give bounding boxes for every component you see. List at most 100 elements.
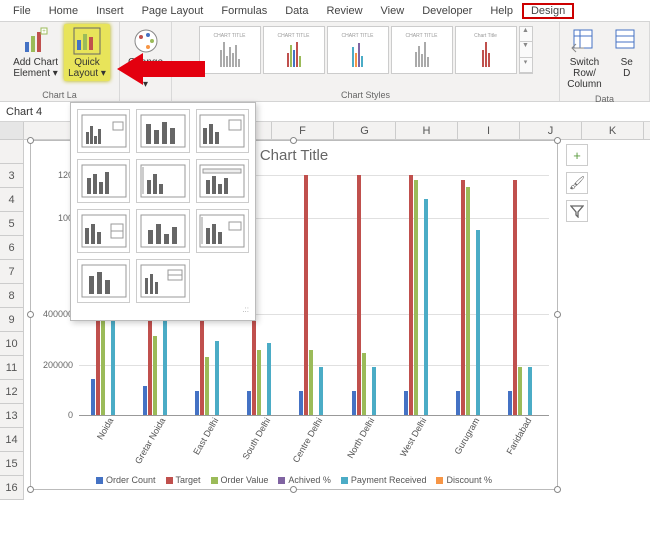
bar[interactable]: [372, 367, 376, 415]
bar[interactable]: [409, 175, 413, 415]
layout-option-5[interactable]: [136, 159, 189, 203]
col-header[interactable]: K: [582, 122, 644, 139]
row-header[interactable]: 10: [0, 332, 24, 356]
chart-style-2[interactable]: CHART TITLE: [263, 26, 325, 74]
bar[interactable]: [309, 350, 313, 415]
row-header[interactable]: 8: [0, 284, 24, 308]
dropdown-resize-grip[interactable]: .::: [77, 303, 249, 314]
bar[interactable]: [257, 350, 261, 415]
bar[interactable]: [461, 180, 465, 415]
bar[interactable]: [153, 336, 157, 415]
legend-item[interactable]: Discount %: [436, 475, 492, 485]
legend-item[interactable]: Payment Received: [341, 475, 427, 485]
row-header[interactable]: 12: [0, 380, 24, 404]
tab-developer[interactable]: Developer: [413, 3, 481, 19]
row-header[interactable]: 3: [0, 164, 24, 188]
row-header[interactable]: 11: [0, 356, 24, 380]
tab-file[interactable]: File: [4, 3, 40, 19]
bar[interactable]: [195, 391, 199, 415]
bar[interactable]: [362, 353, 366, 415]
layout-option-2[interactable]: [136, 109, 189, 153]
row-header[interactable]: 16: [0, 476, 24, 500]
chart-legend[interactable]: Order Count Target Order Value Achived % Pay…: [31, 475, 557, 485]
bar[interactable]: [528, 367, 532, 415]
row-header[interactable]: 6: [0, 236, 24, 260]
change-colors-button[interactable]: Change Colors ▾: [124, 24, 167, 92]
select-data-button[interactable]: Se D: [608, 24, 646, 92]
bar[interactable]: [215, 341, 219, 415]
chart-filter-button[interactable]: [566, 200, 588, 222]
row-header[interactable]: 13: [0, 404, 24, 428]
bar[interactable]: [476, 230, 480, 415]
layout-option-1[interactable]: [77, 109, 130, 153]
col-header[interactable]: G: [334, 122, 396, 139]
bar[interactable]: [352, 391, 356, 415]
layout-option-3[interactable]: [196, 109, 249, 153]
layout-option-9[interactable]: [196, 209, 249, 253]
switch-row-column-button[interactable]: Switch Row/ Column: [563, 24, 605, 92]
col-header[interactable]: I: [458, 122, 520, 139]
bar[interactable]: [508, 391, 512, 415]
tab-data[interactable]: Data: [276, 3, 317, 19]
chart-style-1[interactable]: CHART TITLE: [199, 26, 261, 74]
row-header[interactable]: 7: [0, 260, 24, 284]
legend-item[interactable]: Achived %: [278, 475, 331, 485]
row-header[interactable]: [0, 140, 24, 164]
resize-handle[interactable]: [27, 137, 34, 144]
bar[interactable]: [91, 379, 95, 415]
tab-help[interactable]: Help: [481, 3, 522, 19]
resize-handle[interactable]: [290, 486, 297, 493]
tab-review[interactable]: Review: [317, 3, 371, 19]
chart-style-3[interactable]: CHART TITLE: [327, 26, 389, 74]
bar[interactable]: [267, 343, 271, 415]
legend-item[interactable]: Order Value: [211, 475, 269, 485]
chart-style-4[interactable]: CHART TITLE: [391, 26, 453, 74]
resize-handle[interactable]: [27, 486, 34, 493]
styles-scroll[interactable]: ▲▼▾: [519, 26, 533, 74]
bar[interactable]: [247, 391, 251, 415]
layout-option-6[interactable]: [196, 159, 249, 203]
row-header[interactable]: 9: [0, 308, 24, 332]
row-header[interactable]: 14: [0, 428, 24, 452]
chart-styles-gallery[interactable]: CHART TITLE CHART TITLE CHART TITLE CHAR…: [197, 24, 535, 76]
col-header[interactable]: F: [272, 122, 334, 139]
legend-item[interactable]: Order Count: [96, 475, 156, 485]
name-box[interactable]: Chart 4: [0, 104, 78, 120]
layout-option-4[interactable]: [77, 159, 130, 203]
row-header[interactable]: 4: [0, 188, 24, 212]
bar[interactable]: [513, 180, 517, 415]
chart-style-5[interactable]: Chart Title: [455, 26, 517, 74]
quick-layout-button[interactable]: Quick Layout ▾: [64, 24, 110, 81]
tab-page-layout[interactable]: Page Layout: [133, 3, 213, 19]
layout-option-7[interactable]: [77, 209, 130, 253]
resize-handle[interactable]: [554, 486, 561, 493]
bar[interactable]: [357, 175, 361, 415]
bar[interactable]: [466, 187, 470, 415]
chart-plus-button[interactable]: +: [566, 144, 588, 166]
tab-insert[interactable]: Insert: [87, 3, 133, 19]
resize-handle[interactable]: [290, 137, 297, 144]
layout-option-8[interactable]: [136, 209, 189, 253]
legend-item[interactable]: Target: [166, 475, 201, 485]
bar[interactable]: [143, 386, 147, 415]
tab-home[interactable]: Home: [40, 3, 87, 19]
layout-option-11[interactable]: [136, 259, 189, 303]
resize-handle[interactable]: [554, 311, 561, 318]
bar[interactable]: [319, 367, 323, 415]
bar[interactable]: [456, 391, 460, 415]
select-all-corner[interactable]: [0, 122, 24, 139]
bar[interactable]: [304, 175, 308, 415]
row-header[interactable]: 5: [0, 212, 24, 236]
chart-brush-button[interactable]: 🖌: [566, 172, 588, 194]
resize-handle[interactable]: [554, 137, 561, 144]
bar[interactable]: [424, 199, 428, 415]
tab-view[interactable]: View: [372, 3, 414, 19]
layout-option-10[interactable]: [77, 259, 130, 303]
row-header[interactable]: 15: [0, 452, 24, 476]
bar[interactable]: [205, 357, 209, 415]
tab-design[interactable]: Design: [522, 3, 574, 19]
col-header[interactable]: J: [520, 122, 582, 139]
bar[interactable]: [299, 391, 303, 415]
tab-formulas[interactable]: Formulas: [212, 3, 276, 19]
add-chart-element-button[interactable]: + Add Chart Element ▾: [9, 24, 62, 81]
